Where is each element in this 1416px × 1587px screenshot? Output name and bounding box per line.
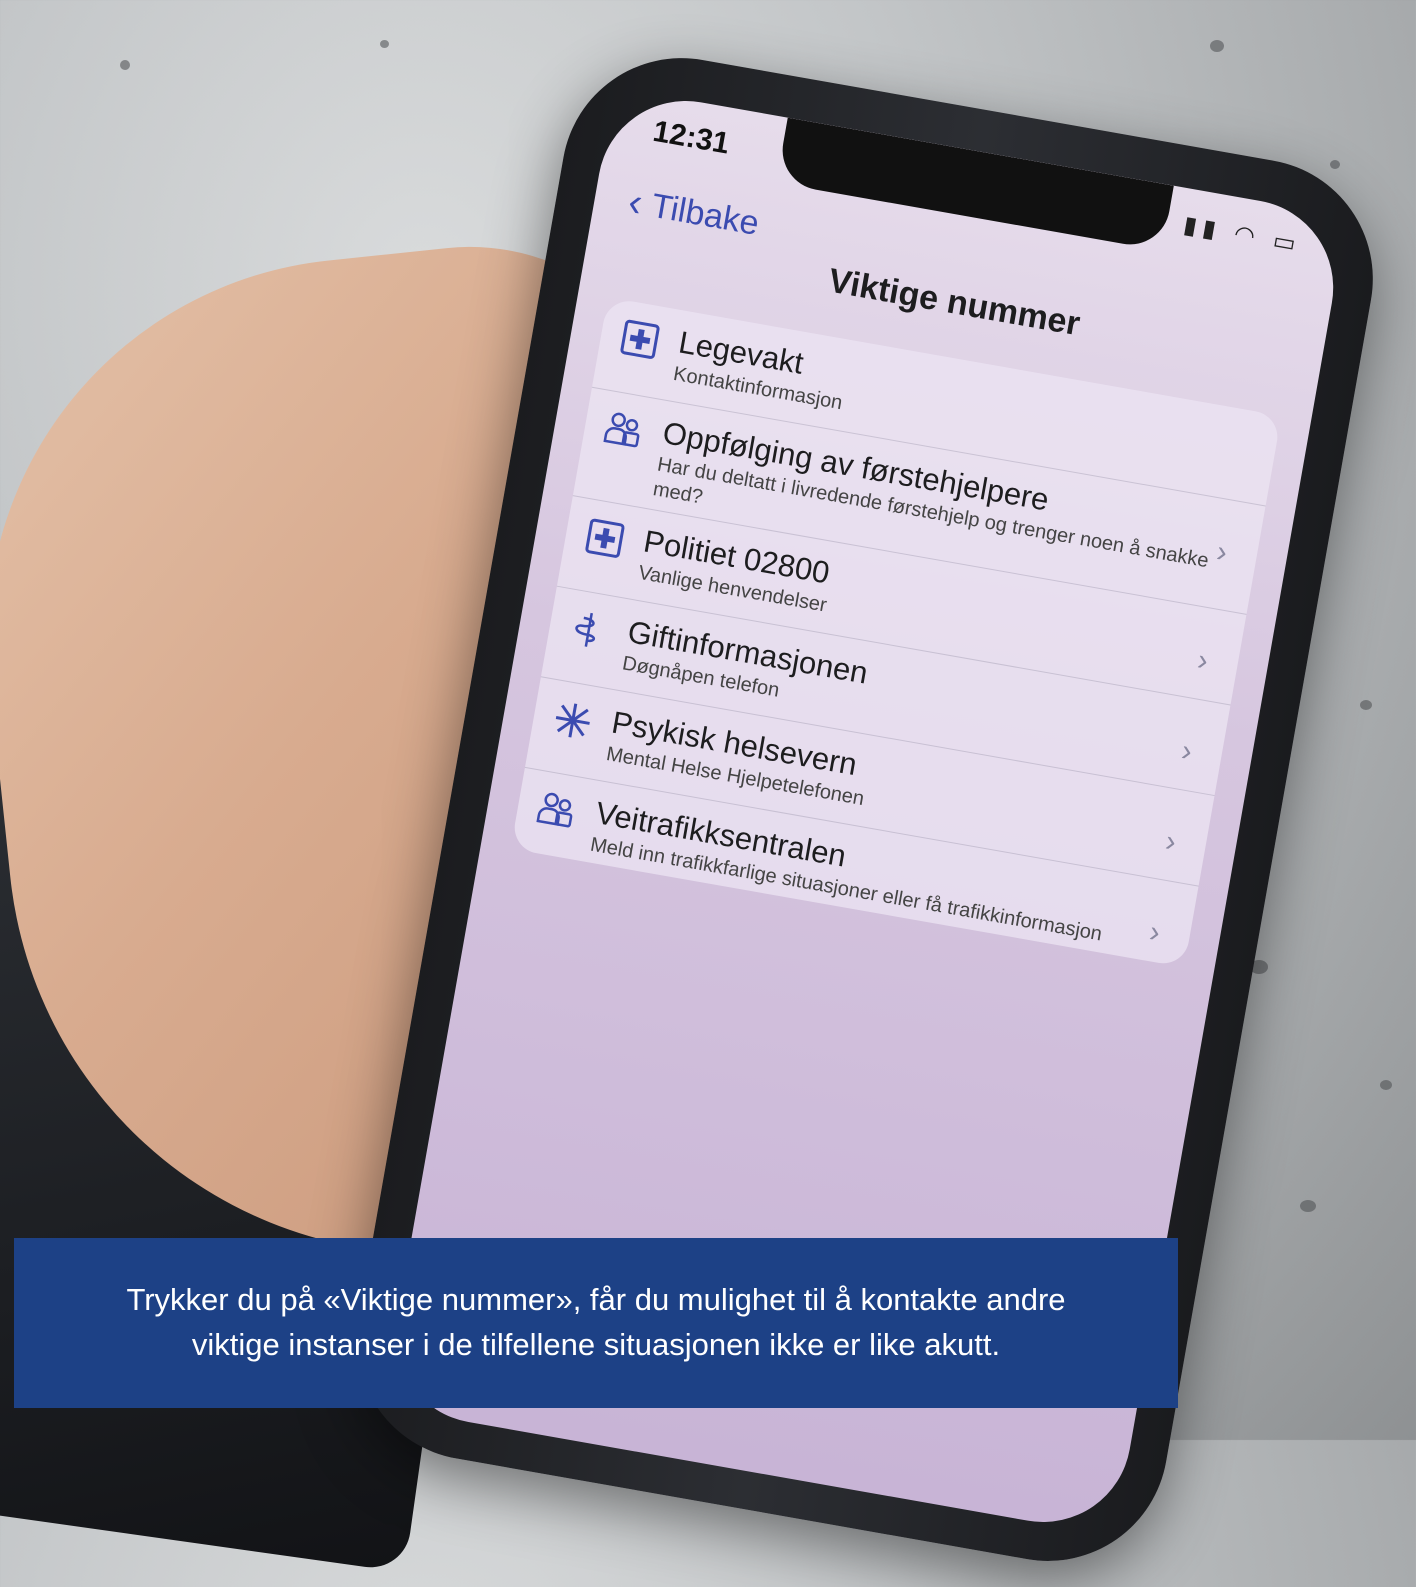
speck (380, 40, 389, 48)
star-burst-icon (531, 691, 615, 746)
snake-staff-icon (547, 600, 631, 655)
speck (1210, 40, 1224, 52)
caption-line-2: viktige instanser i de tilfellene situas… (191, 1327, 1001, 1362)
contact-list: Legevakt Kontaktinformasjon Oppfølging a… (510, 297, 1282, 968)
battery-icon: ▭ (1270, 227, 1304, 259)
speck (1360, 700, 1372, 710)
plus-square-icon (598, 311, 682, 364)
people-icon (515, 782, 599, 835)
chevron-right-icon: › (1179, 733, 1195, 769)
status-time: 12:31 (650, 114, 732, 161)
plus-square-icon (563, 510, 647, 563)
chevron-left-icon: ‹ (625, 179, 646, 226)
people-icon (583, 402, 667, 455)
chevron-right-icon: › (1195, 643, 1211, 678)
caption-banner: Trykker du på «Viktige nummer», får du m… (14, 1238, 1178, 1408)
speck (1300, 1200, 1316, 1212)
chevron-right-icon: › (1163, 824, 1179, 859)
speck (120, 60, 130, 70)
wifi-icon: ◠ (1231, 220, 1264, 252)
signal-icon: ▮▮ (1181, 211, 1224, 245)
caption-line-1: Trykker du på «Viktige nummer», får du m… (126, 1282, 1066, 1318)
chevron-right-icon: › (1147, 915, 1163, 950)
chevron-right-icon: › (1214, 535, 1230, 570)
speck (1380, 1080, 1392, 1090)
status-icons: ▮▮ ◠ ▭ (1181, 210, 1304, 259)
